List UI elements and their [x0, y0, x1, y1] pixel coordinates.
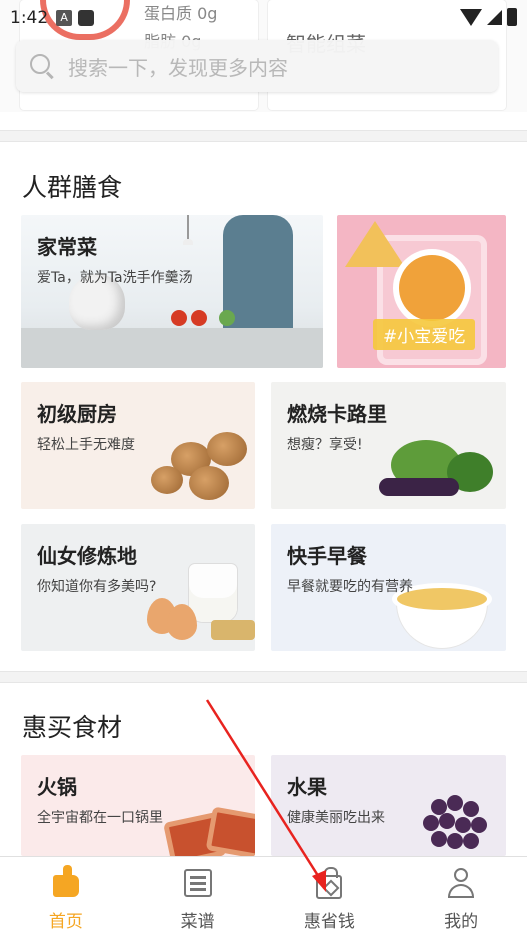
milk-jug-photo — [189, 564, 237, 622]
card-fruit[interactable]: 水果 健康美丽吃出来 — [271, 755, 506, 856]
tomato-photo — [171, 310, 187, 326]
walnut-photo — [207, 432, 247, 466]
walnut-photo — [189, 466, 229, 500]
card-quick-breakfast[interactable]: 快手早餐 早餐就要吃的有营养 — [271, 524, 506, 651]
card-title: 燃烧卡路里 — [287, 402, 387, 426]
card-fairy-training[interactable]: 仙女修炼地 你知道你有多美吗? — [21, 524, 255, 651]
card-title: 水果 — [287, 775, 327, 799]
tab-label: 惠省钱 — [303, 912, 355, 932]
sandwich-photo — [345, 221, 405, 267]
eggplant-photo — [379, 478, 459, 496]
buy-section-title: 惠买食材 — [22, 713, 123, 742]
section-divider — [0, 671, 527, 683]
greens-photo — [219, 310, 235, 326]
grape-photo — [455, 817, 471, 833]
tomato-photo — [191, 310, 207, 326]
recipe-book-icon — [182, 867, 214, 899]
status-time: 1:42 — [10, 8, 49, 28]
card-subtitle: 爱Ta，就为Ta洗手作羹汤 — [37, 270, 193, 286]
tab-mine[interactable]: 我的 — [395, 857, 527, 936]
search-bar[interactable]: 搜索一下，发现更多内容 — [16, 40, 498, 92]
section-divider — [0, 130, 527, 142]
tab-home[interactable]: 首页 — [0, 857, 132, 936]
lamp-decor — [183, 215, 193, 245]
grape-photo — [431, 831, 447, 847]
grape-photo — [463, 833, 479, 849]
counter-photo — [21, 328, 323, 368]
grape-photo — [471, 817, 487, 833]
status-bar: 1:42 A — [0, 0, 527, 36]
thumbs-up-icon — [50, 865, 82, 899]
card-burn-calories[interactable]: 燃烧卡路里 想瘦？享受! — [271, 382, 506, 509]
card-title: 初级厨房 — [37, 402, 117, 426]
notification-app-icon — [78, 10, 95, 26]
card-subtitle: 早餐就要吃的有营养 — [287, 579, 413, 595]
egg-photo — [167, 604, 197, 640]
card-subtitle: 你知道你有多美吗? — [37, 579, 157, 595]
card-subtitle: 轻松上手无难度 — [37, 437, 135, 453]
battery-icon — [507, 8, 517, 26]
crowd-section-title: 人群膳食 — [22, 173, 123, 202]
card-title: 火锅 — [37, 775, 77, 799]
card-kids-favorite[interactable]: #小宝爱吃 — [337, 215, 506, 368]
card-hotpot[interactable]: 火锅 全宇宙都在一口锅里 — [21, 755, 255, 856]
card-subtitle: 想瘦？享受! — [287, 437, 363, 453]
card-subtitle: 全宇宙都在一口锅里 — [37, 810, 163, 826]
wifi-icon — [460, 8, 482, 26]
walnut-photo — [151, 466, 183, 494]
bottom-tab-bar: 首页 菜谱 惠省钱 我的 — [0, 856, 527, 936]
card-beginner-kitchen[interactable]: 初级厨房 轻松上手无难度 — [21, 382, 255, 509]
grape-photo — [423, 815, 439, 831]
search-input[interactable]: 搜索一下，发现更多内容 — [68, 52, 288, 81]
grape-photo — [447, 795, 463, 811]
soup-photo — [399, 255, 465, 321]
grape-photo — [439, 813, 455, 829]
kids-tag: #小宝爱吃 — [373, 319, 476, 350]
tab-label: 我的 — [444, 912, 479, 932]
card-title: 家常菜 — [37, 235, 97, 259]
tab-save-money[interactable]: 惠省钱 — [264, 857, 396, 936]
hotpot-meat-photo — [205, 806, 255, 856]
card-title: 快手早餐 — [287, 544, 367, 568]
card-home-cooking[interactable]: 家常菜 爱Ta，就为Ta洗手作羹汤 — [21, 215, 323, 368]
tab-label: 菜谱 — [180, 912, 215, 932]
tab-recipes[interactable]: 菜谱 — [132, 857, 264, 936]
grape-photo — [447, 833, 463, 849]
signal-icon — [487, 9, 502, 25]
shopping-bag-icon — [313, 867, 345, 899]
tab-label: 首页 — [48, 912, 83, 932]
wheat-photo — [211, 620, 255, 640]
notification-a-icon: A — [56, 10, 73, 26]
search-icon — [30, 54, 54, 80]
card-subtitle: 健康美丽吃出来 — [287, 810, 385, 826]
card-title: 仙女修炼地 — [37, 544, 137, 568]
grape-photo — [463, 801, 479, 817]
user-icon — [445, 867, 477, 899]
